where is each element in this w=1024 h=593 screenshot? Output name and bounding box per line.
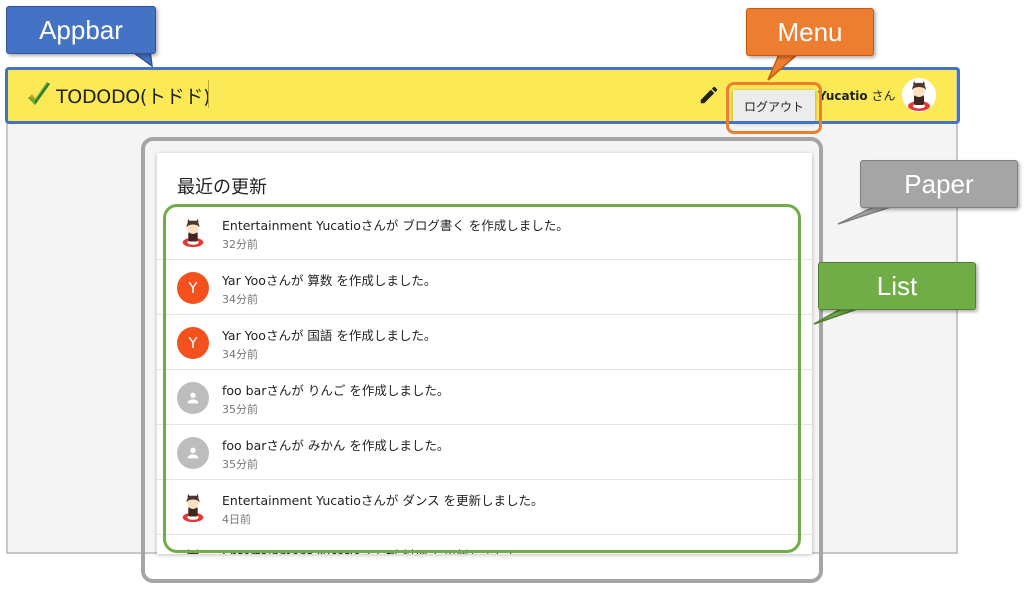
menu-outline: [726, 82, 822, 134]
appbar-annotation-label: Appbar: [6, 6, 156, 54]
menu-annotation-label: Menu: [746, 8, 874, 56]
list-outline: [163, 204, 801, 553]
paper-annotation-label: Paper: [860, 160, 1018, 208]
list-annotation-label: List: [818, 262, 976, 310]
